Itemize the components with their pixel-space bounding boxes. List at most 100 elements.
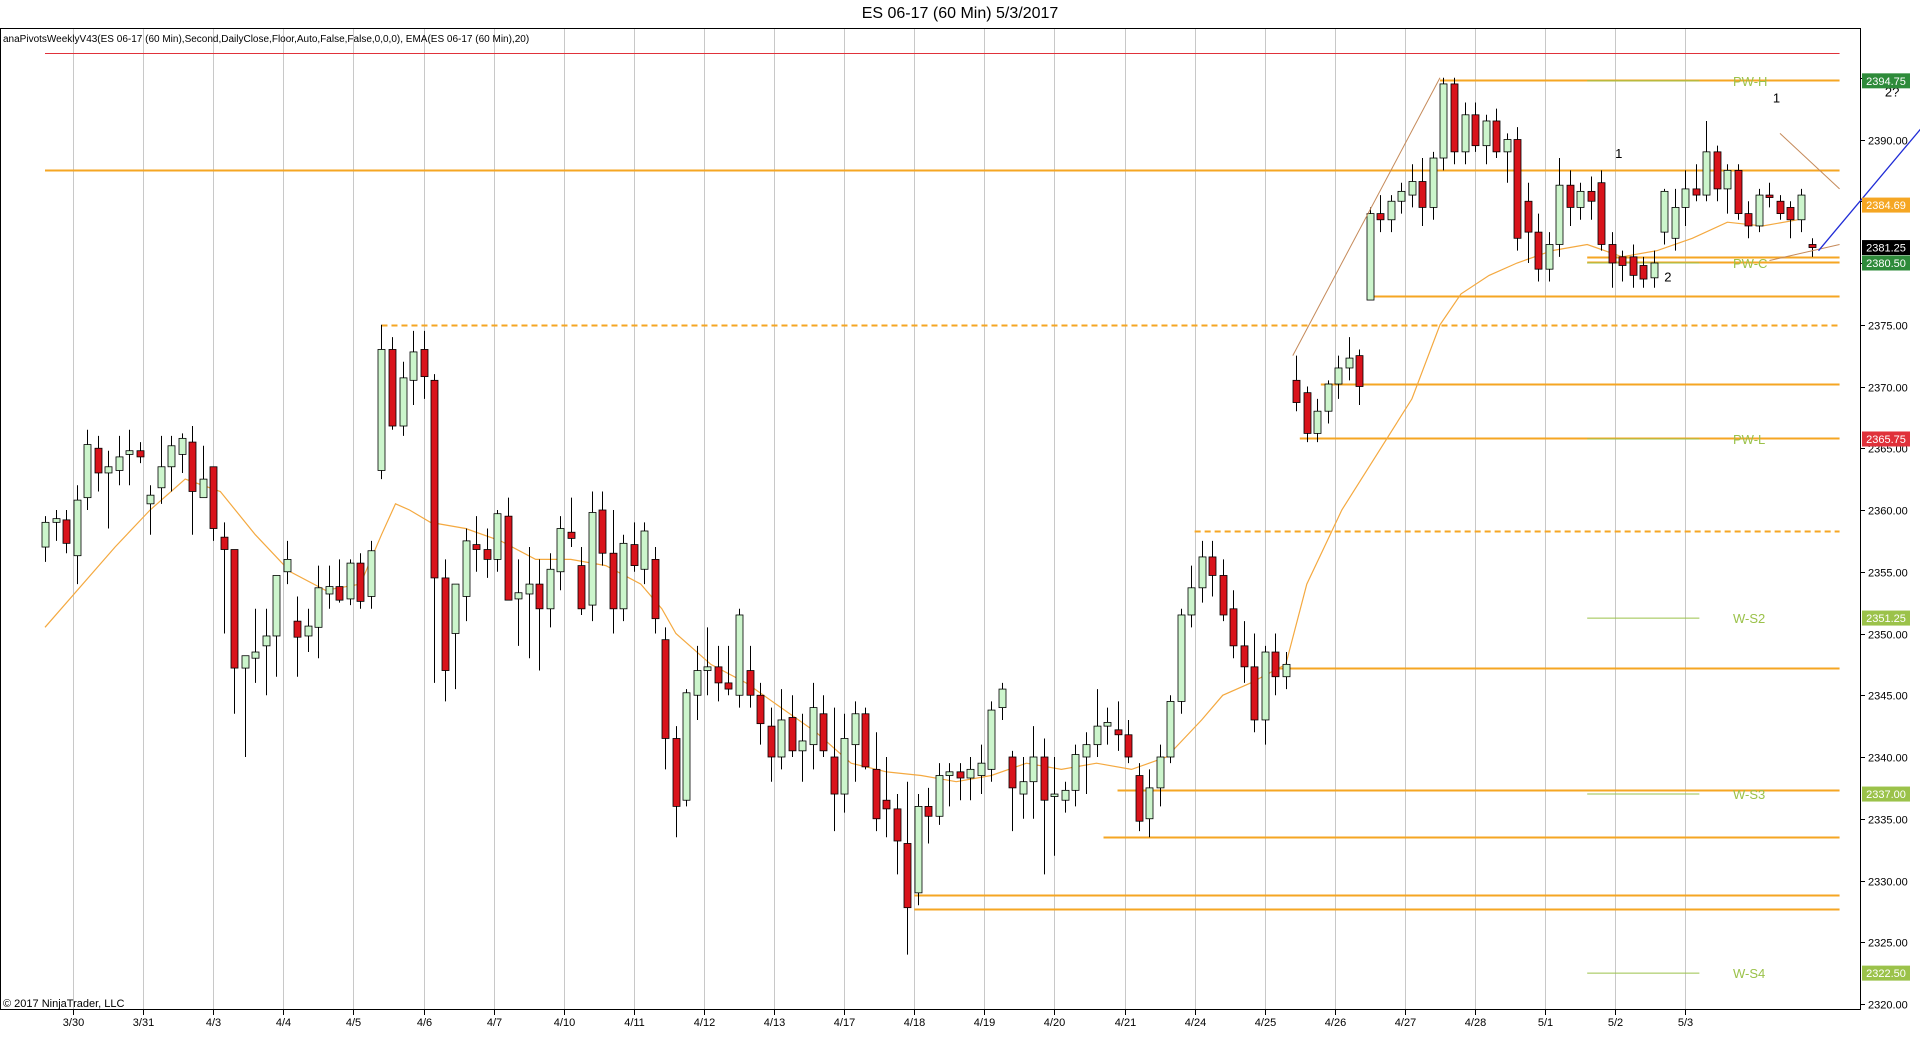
candlestick-chart[interactable]: PW-HPW-CPW-LW-S2W-S3W-S4 121 2? 2320.0023… xyxy=(0,0,1920,1055)
price-axis[interactable]: 2320.00 2325.00 2330.00 2335.00 2340.00 2345.… xyxy=(1860,73,1910,1012)
candle-down xyxy=(1135,775,1144,822)
candle-up xyxy=(1082,744,1091,758)
candle-up xyxy=(1555,184,1564,245)
x-tick-label: 4/5 xyxy=(346,1017,361,1029)
y-tick-label: 2320.00 xyxy=(1868,1000,1908,1012)
candle-up xyxy=(588,512,597,606)
candle-down xyxy=(1271,651,1280,678)
y-tick-label: 2335.00 xyxy=(1868,815,1908,827)
pivot-label: PW-L xyxy=(1733,432,1765,447)
x-tick-label: 4/19 xyxy=(974,1017,995,1029)
y-tick-label: 2340.00 xyxy=(1868,753,1908,765)
candle-up xyxy=(514,592,523,600)
plot-border xyxy=(0,28,1861,1010)
candle-down xyxy=(1492,120,1501,153)
candle-up xyxy=(52,518,61,523)
candle-down xyxy=(651,559,660,620)
x-tick-label: 3/31 xyxy=(133,1017,154,1029)
candle-down xyxy=(1240,645,1249,668)
candle-up xyxy=(1660,190,1669,233)
candle-down xyxy=(1008,756,1017,789)
candle-down xyxy=(1639,265,1648,280)
candle-down xyxy=(598,509,607,554)
x-tick-label: 4/7 xyxy=(487,1017,502,1029)
time-axis[interactable]: 3/30 3/31 4/3 4/4 4/5 4/6 4/7 4/10 4/11 4/12 4/13 4… xyxy=(63,1010,1693,1029)
candle-up xyxy=(462,540,471,597)
trend-line xyxy=(1779,132,1840,190)
candle-up xyxy=(1408,181,1417,196)
y-tick-label: 2390.00 xyxy=(1868,136,1908,148)
candle-down xyxy=(1776,200,1785,215)
candle-down xyxy=(609,552,618,610)
candle-up xyxy=(314,587,323,628)
candle-up xyxy=(125,450,134,455)
candle-down xyxy=(1355,355,1364,387)
candle-up xyxy=(304,625,313,637)
candle-down xyxy=(724,682,733,690)
candle-up xyxy=(851,713,860,746)
candle-down xyxy=(441,577,450,671)
x-tick-label: 4/13 xyxy=(764,1017,785,1029)
candle-up xyxy=(1166,701,1175,758)
candle-up xyxy=(115,456,124,471)
candle-down xyxy=(535,583,544,610)
candle-up xyxy=(966,768,975,779)
candle-up xyxy=(1093,725,1102,746)
candle-up xyxy=(1019,781,1028,795)
candle-up xyxy=(167,445,176,468)
candle-up xyxy=(914,806,923,894)
candle-up xyxy=(1576,190,1585,208)
candle-up xyxy=(556,528,565,573)
candle-down xyxy=(335,586,344,601)
ema-line xyxy=(44,219,1798,783)
x-tick-label: 4/10 xyxy=(554,1017,575,1029)
candle-up xyxy=(987,709,996,770)
x-tick-label: 4/6 xyxy=(417,1017,432,1029)
candle-down xyxy=(746,670,755,696)
candle-down xyxy=(430,379,439,579)
candle-down xyxy=(861,713,870,768)
candle-up xyxy=(493,513,502,560)
candle-up xyxy=(1345,357,1354,369)
candle-down xyxy=(94,447,103,474)
candle-down xyxy=(893,808,902,842)
y-tick-label: 2325.00 xyxy=(1868,938,1908,950)
candle-up xyxy=(935,775,944,817)
candle-down xyxy=(714,666,723,684)
candle-up xyxy=(1071,754,1080,791)
candle-up xyxy=(1324,383,1333,412)
copyright-label: © 2017 NinjaTrader, LLC xyxy=(3,998,124,1010)
pivot-price-badge-label: 2351.25 xyxy=(1866,613,1906,625)
pivot-label: W-S3 xyxy=(1733,787,1765,802)
candle-up xyxy=(1650,262,1659,279)
candle-up xyxy=(1397,190,1406,202)
candle-down xyxy=(1692,188,1701,196)
candle-up xyxy=(146,494,155,505)
candle-down xyxy=(1114,729,1123,736)
candle-up xyxy=(104,466,113,474)
candle-up xyxy=(1461,114,1470,153)
candle-up xyxy=(777,719,786,758)
candle-up xyxy=(1261,651,1270,721)
candle-up xyxy=(525,583,534,595)
candle-down xyxy=(1608,244,1617,264)
candle-down xyxy=(924,806,933,817)
price-badge-label: 2384.69 xyxy=(1866,200,1906,212)
candle-up xyxy=(262,635,271,647)
ema-indicator xyxy=(44,219,1798,783)
candle-up xyxy=(241,655,250,669)
candle-up xyxy=(251,651,260,659)
y-tick-label: 2330.00 xyxy=(1868,877,1908,889)
x-tick-label: 4/26 xyxy=(1325,1017,1346,1029)
chart-window: ES 06-17 (60 Min) 5/3/2017 PW-H PW-C PW-L W… xyxy=(0,0,1920,1055)
candle-down xyxy=(630,544,639,566)
candle-up xyxy=(1503,139,1512,153)
candle-up xyxy=(693,670,702,696)
candle-down xyxy=(420,349,429,378)
annotation-label: 2 xyxy=(1664,270,1671,285)
candle-down xyxy=(1618,256,1627,266)
candle-down xyxy=(1566,184,1575,208)
candle-up xyxy=(945,771,954,776)
candle-down xyxy=(388,349,397,427)
candle-down xyxy=(1734,169,1743,214)
